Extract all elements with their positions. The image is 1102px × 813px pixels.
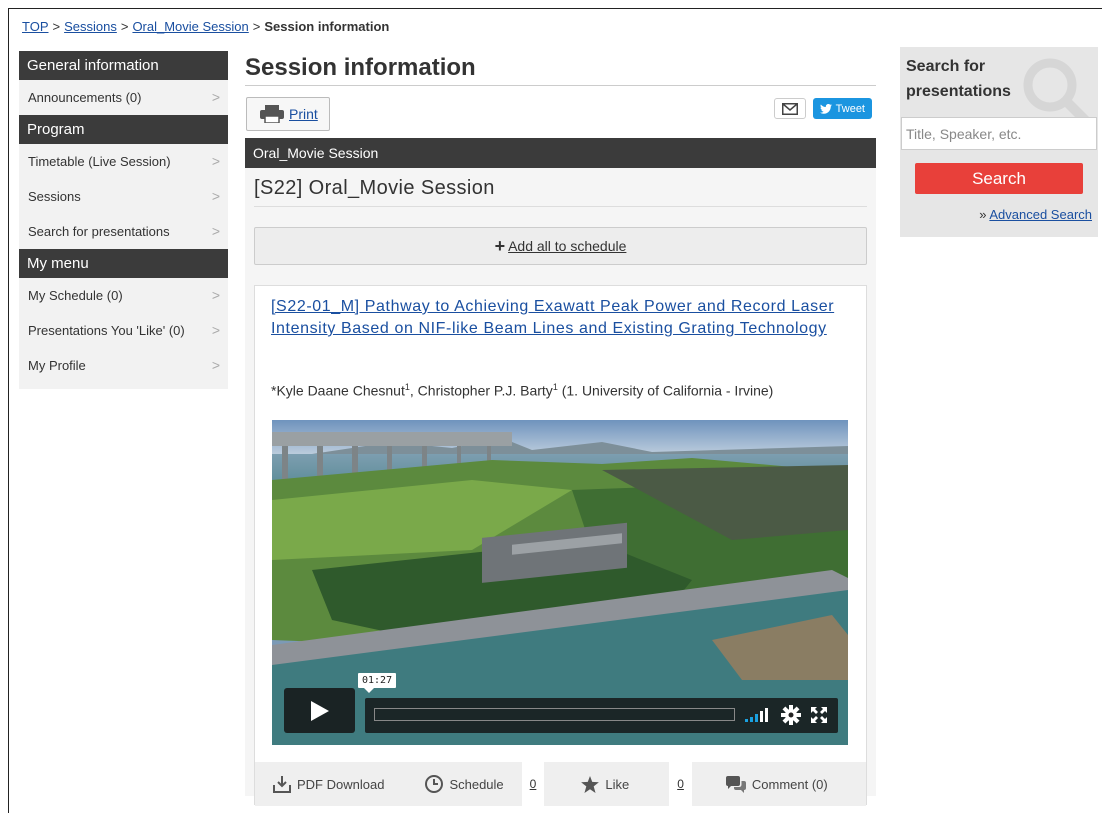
advanced-search: » Advanced Search: [979, 207, 1092, 222]
star-icon: [581, 775, 600, 793]
like-count[interactable]: 0: [669, 762, 692, 806]
sidebar-item-label: Presentations You 'Like' (0): [28, 323, 185, 338]
breadcrumb-separator: >: [52, 19, 61, 34]
sidebar-item-label: Search for presentations: [28, 224, 170, 239]
video-time: 01:27: [358, 673, 397, 693]
video-controls: [365, 698, 838, 733]
plus-icon: +: [494, 235, 506, 256]
volume-icon[interactable]: [745, 708, 771, 722]
presentation-actions: PDF Download Schedule 0 Like 0 Comment (…: [255, 762, 866, 806]
chevron-right-icon: >: [211, 357, 220, 373]
sidebar-item-label: Announcements (0): [28, 90, 142, 105]
breadcrumb: TOP > Sessions > Oral_Movie Session > Session …: [22, 19, 389, 34]
chevron-right-icon: >: [211, 287, 220, 303]
video-player[interactable]: 01:27: [272, 420, 848, 745]
breadcrumb-separator: >: [252, 19, 261, 34]
search-input[interactable]: [901, 117, 1097, 150]
affiliation: (1. University of California - Irvine): [557, 382, 774, 399]
sidebar-item-profile[interactable]: My Profile >: [19, 348, 228, 383]
play-button[interactable]: [284, 688, 355, 733]
presentation-title-link[interactable]: [S22-01_M] Pathway to Achieving Exawatt …: [271, 296, 845, 340]
page-title: Session information: [245, 51, 876, 86]
tweet-button[interactable]: Tweet: [812, 98, 872, 119]
search-panel-title: Search for presentations: [906, 58, 1011, 100]
schedule-count[interactable]: 0: [521, 762, 545, 806]
presentation-card: [S22-01_M] Pathway to Achieving Exawatt …: [254, 285, 867, 806]
chevron-right-icon: >: [211, 153, 220, 169]
envelope-icon: [781, 102, 798, 115]
like-button[interactable]: Like: [581, 775, 630, 793]
share-buttons: Tweet: [773, 98, 872, 119]
breadcrumb-current: Session information: [264, 19, 390, 34]
pdf-download-label: PDF Download: [297, 776, 385, 792]
sidebar-item-search[interactable]: Search for presentations >: [19, 214, 228, 249]
sidebar-item-sessions[interactable]: Sessions >: [19, 179, 228, 214]
sidebar: General information Announcements (0) > P…: [19, 51, 228, 389]
like-label: Like: [605, 776, 630, 792]
presentation-authors: *Kyle Daane Chesnut1, Christopher P.J. B…: [271, 382, 773, 399]
fullscreen-icon[interactable]: [811, 707, 827, 723]
comment-label: Comment (0): [751, 776, 828, 792]
tweet-label: Tweet: [835, 102, 865, 115]
search-button[interactable]: Search: [915, 163, 1083, 194]
breadcrumb-session-link[interactable]: Oral_Movie Session: [132, 19, 248, 34]
sidebar-item-announcements[interactable]: Announcements (0) >: [19, 80, 228, 115]
printer-icon: [260, 105, 284, 123]
sidebar-header-general: General information: [19, 51, 228, 80]
session-title: [S22] Oral_Movie Session: [254, 168, 867, 207]
schedule-button[interactable]: Schedule: [425, 775, 504, 793]
session-box: [S22] Oral_Movie Session + Add all to sc…: [245, 168, 876, 806]
comment-icon: [725, 775, 746, 793]
twitter-bird-icon: [819, 103, 832, 114]
sidebar-item-timetable[interactable]: Timetable (Live Session) >: [19, 144, 228, 179]
chevron-right-icon: >: [211, 223, 220, 239]
print-button[interactable]: Print: [246, 97, 330, 131]
clock-icon: [425, 775, 444, 793]
search-panel: Search for presentations Search » Advanc…: [900, 47, 1098, 237]
video-progress-bar[interactable]: [374, 708, 735, 721]
sidebar-header-mymenu: My menu: [19, 249, 228, 278]
schedule-label: Schedule: [449, 776, 504, 792]
toolbar: Print Tweet: [245, 86, 876, 138]
pdf-download-button[interactable]: PDF Download: [273, 775, 384, 793]
video-thumbnail: [272, 420, 848, 745]
sidebar-item-label: Timetable (Live Session): [28, 154, 171, 169]
main-content: Session information Print Tweet Oral_Mov…: [245, 51, 876, 806]
session-bar: Oral_Movie Session: [245, 138, 876, 168]
sidebar-header-program: Program: [19, 115, 228, 144]
chevron-right-icon: >: [211, 89, 220, 105]
chevron-right-icon: >: [211, 188, 220, 204]
breadcrumb-sessions-link[interactable]: Sessions: [64, 19, 117, 34]
advanced-search-link[interactable]: Advanced Search: [989, 207, 1092, 222]
comment-button[interactable]: Comment (0): [725, 775, 828, 793]
author-name: , Christopher P.J. Barty: [409, 382, 553, 399]
breadcrumb-top-link[interactable]: TOP: [22, 19, 49, 34]
print-label: Print: [289, 106, 318, 122]
author-name: *Kyle Daane Chesnut: [271, 382, 405, 399]
add-all-label: Add all to schedule: [508, 238, 627, 254]
play-icon: [310, 700, 329, 721]
sidebar-item-label: My Profile: [28, 358, 86, 373]
sidebar-item-my-schedule[interactable]: My Schedule (0) >: [19, 278, 228, 313]
gear-icon[interactable]: [781, 705, 801, 725]
breadcrumb-separator: >: [120, 19, 129, 34]
sidebar-item-label: My Schedule (0): [28, 288, 123, 303]
sidebar-item-label: Sessions: [28, 189, 81, 204]
advanced-search-prefix: »: [979, 207, 990, 222]
add-all-to-schedule-button[interactable]: + Add all to schedule: [254, 227, 867, 265]
chevron-right-icon: >: [211, 322, 220, 338]
sidebar-item-liked[interactable]: Presentations You 'Like' (0) >: [19, 313, 228, 348]
mail-share-button[interactable]: [773, 98, 806, 119]
download-icon: [273, 776, 291, 793]
